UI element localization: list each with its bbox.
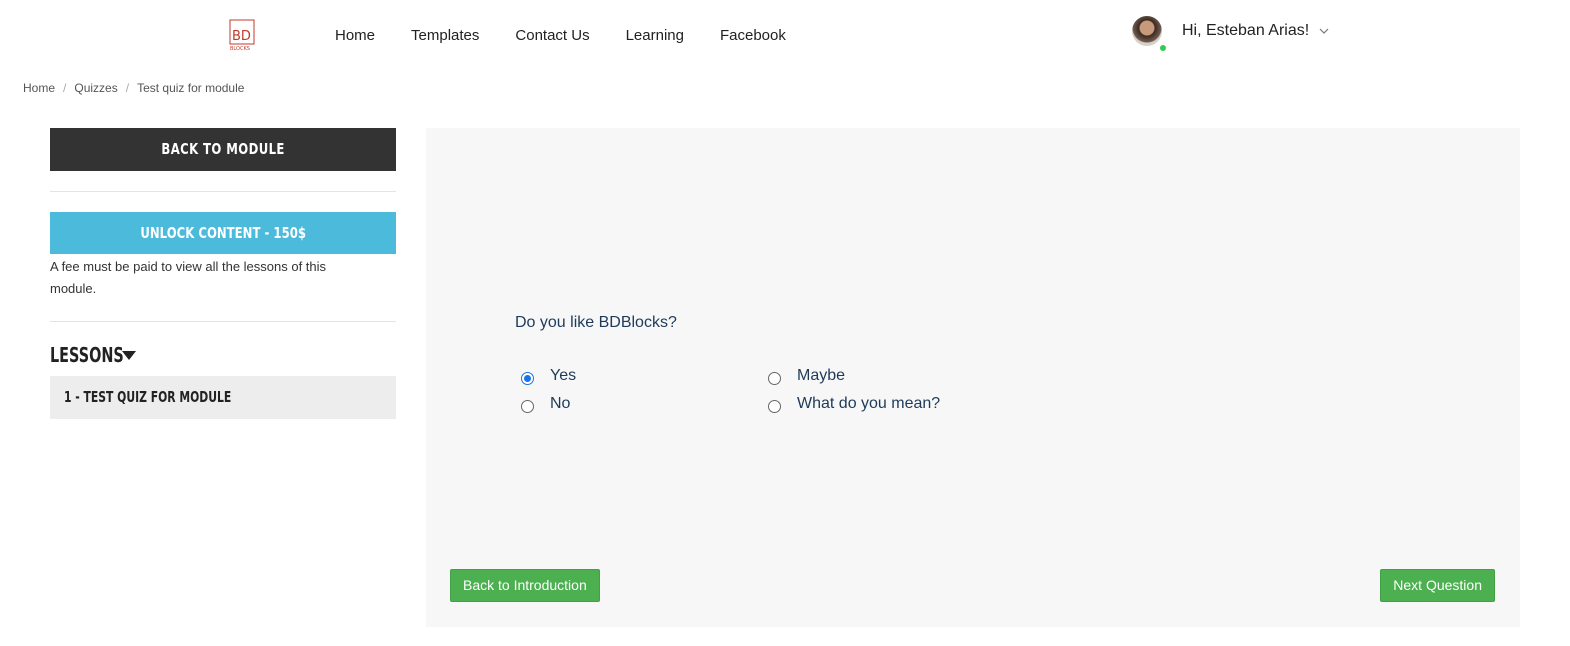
breadcrumb: Home / Quizzes / Test quiz for module: [23, 81, 244, 95]
option-maybe[interactable]: Maybe: [768, 366, 1021, 386]
breadcrumb-home[interactable]: Home: [23, 81, 55, 95]
back-to-module-label: BACK TO MODULE: [161, 140, 285, 158]
lesson-item-label: 1 - TEST QUIZ FOR MODULE: [64, 388, 232, 406]
nav-contact-us[interactable]: Contact Us: [515, 26, 589, 46]
online-status-dot: [1158, 43, 1168, 53]
divider: [50, 321, 396, 322]
option-label: What do you mean?: [797, 395, 941, 412]
unlock-content-button[interactable]: UNLOCK CONTENT - 150$: [50, 212, 396, 254]
nav-home[interactable]: Home: [335, 26, 375, 46]
radio-no[interactable]: [521, 399, 534, 413]
lessons-title: LESSONS: [50, 343, 124, 367]
avatar: [1132, 16, 1168, 53]
divider: [50, 191, 396, 192]
radio-yes[interactable]: [521, 371, 534, 385]
back-to-module-button[interactable]: BACK TO MODULE: [50, 128, 396, 171]
sidebar: BACK TO MODULE UNLOCK CONTENT - 150$ A f…: [50, 128, 396, 419]
quiz-panel: Do you like BDBlocks? Yes Maybe No What …: [426, 128, 1520, 627]
option-label: Yes: [550, 367, 577, 384]
option-what-do-you-mean[interactable]: What do you mean?: [768, 394, 1021, 414]
svg-text:BLOCKS: BLOCKS: [230, 46, 250, 51]
next-question-button[interactable]: Next Question: [1380, 569, 1495, 602]
radio-what-do-you-mean[interactable]: [768, 399, 781, 413]
nav-facebook[interactable]: Facebook: [720, 26, 786, 46]
breadcrumb-separator: /: [63, 81, 67, 95]
back-to-introduction-button[interactable]: Back to Introduction: [450, 569, 600, 602]
bdblocks-logo[interactable]: BD BLOCKS: [229, 19, 255, 51]
nav-learning[interactable]: Learning: [626, 26, 684, 46]
radio-maybe[interactable]: [768, 371, 781, 385]
user-greeting[interactable]: Hi, Esteban Arias!: [1182, 21, 1309, 41]
unlock-content-label: UNLOCK CONTENT - 150$: [140, 224, 306, 242]
quiz-question: Do you like BDBlocks?: [515, 314, 677, 331]
breadcrumb-quizzes[interactable]: Quizzes: [74, 81, 117, 95]
option-no[interactable]: No: [521, 394, 768, 414]
option-yes[interactable]: Yes: [521, 366, 768, 386]
avatar-image: [1132, 16, 1162, 46]
breadcrumb-current: Test quiz for module: [137, 81, 245, 95]
fee-note: A fee must be paid to view all the lesso…: [50, 259, 327, 296]
caret-down-icon: [122, 350, 137, 360]
option-label: No: [550, 395, 571, 412]
user-menu[interactable]: Hi, Esteban Arias!: [1132, 16, 1329, 53]
answer-options: Yes Maybe No What do you mean?: [521, 366, 1021, 414]
svg-text:BD: BD: [232, 29, 251, 44]
lesson-item[interactable]: 1 - TEST QUIZ FOR MODULE: [50, 376, 396, 419]
lessons-toggle[interactable]: LESSONS: [50, 340, 396, 370]
option-label: Maybe: [797, 367, 846, 384]
main-nav: Home Templates Contact Us Learning Faceb…: [335, 26, 786, 46]
nav-templates[interactable]: Templates: [411, 26, 479, 46]
chevron-down-icon[interactable]: [1319, 26, 1329, 36]
breadcrumb-separator: /: [125, 81, 130, 95]
